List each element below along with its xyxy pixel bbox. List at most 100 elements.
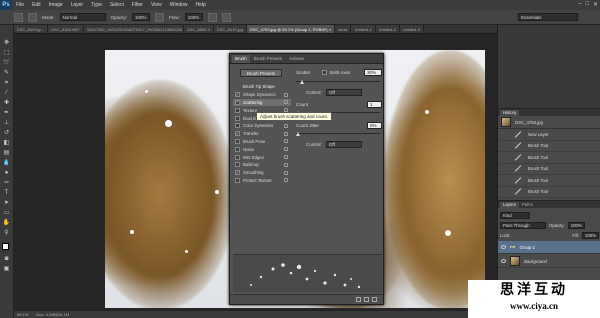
list-item-transfer[interactable]: ✓ Transfer	[233, 130, 291, 138]
menu-window[interactable]: Window	[166, 0, 192, 10]
checkbox-checked[interactable]: ✓	[235, 92, 240, 98]
checkbox-checked[interactable]: ✓	[235, 170, 240, 176]
control2-select[interactable]: Off	[326, 141, 362, 148]
lock-icon[interactable]	[284, 100, 288, 105]
list-item-shape-dynamics[interactable]: ✓ Shape Dynamics	[233, 91, 291, 99]
layer-row-group-1[interactable]: ▸▰ Group 1	[498, 241, 600, 254]
brush-tool-icon[interactable]: ✒	[3, 109, 11, 117]
list-item-smoothing[interactable]: ✓ Smoothing	[233, 169, 291, 177]
lock-icon[interactable]	[284, 139, 288, 144]
checkbox[interactable]	[235, 146, 240, 152]
close-icon[interactable]: ✕	[593, 1, 598, 8]
doc-tab-active[interactable]: DSC_4753.jpg @ 59.1% (Group 1, RGB/8*) ×	[246, 25, 336, 33]
history-step[interactable]: Brush Tool	[498, 141, 600, 152]
doc-tab[interactable]: DSC_8419.jpg	[213, 25, 247, 33]
pen-tool-icon[interactable]: ✑	[3, 179, 11, 187]
fill-field[interactable]: 100%	[582, 231, 599, 239]
eraser-tool-icon[interactable]: ◧	[3, 139, 11, 147]
tab-brush-presets[interactable]: Brush Presets	[251, 55, 285, 63]
doc-tab[interactable]: Untitled-3	[399, 25, 424, 33]
maximize-icon[interactable]: □	[585, 1, 589, 8]
scatter-field[interactable]: 30%	[364, 69, 382, 76]
history-brush-tool-icon[interactable]: ↺	[3, 129, 11, 137]
lock-icon[interactable]	[284, 92, 288, 97]
menu-layer[interactable]: Layer	[67, 0, 88, 10]
menu-view[interactable]: View	[147, 0, 166, 10]
brush-presets-button[interactable]: Brush Presets	[240, 69, 282, 77]
open-preset-manager-icon[interactable]	[364, 297, 369, 302]
zoom-level[interactable]: 59.1%	[17, 311, 28, 318]
create-new-brush-icon[interactable]	[372, 297, 377, 302]
color-swatches[interactable]	[1, 243, 12, 253]
menu-help[interactable]: Help	[192, 0, 210, 10]
list-item-scattering[interactable]: ✓ Scattering	[233, 98, 291, 107]
screen-mode-icon[interactable]: ▣	[3, 265, 11, 273]
doc-tab[interactable]: 10647282_10204767818279307_2909540113861…	[83, 25, 184, 33]
checkbox-checked[interactable]: ✓	[235, 100, 240, 105]
path-select-tool-icon[interactable]: ➤	[3, 199, 11, 207]
checkbox[interactable]	[235, 177, 240, 183]
blend-mode-select[interactable]: Pass Through	[500, 221, 546, 229]
count-jitter-field[interactable]: 0%	[367, 122, 382, 129]
checkbox[interactable]	[235, 162, 240, 168]
brush-preset-picker[interactable]	[14, 12, 23, 22]
count-field[interactable]: 1	[367, 101, 382, 108]
history-step[interactable]: Brush Tool	[498, 152, 600, 164]
layer-row-background[interactable]: Background	[498, 255, 600, 268]
list-item-wet-edges[interactable]: Wet Edges	[233, 153, 291, 161]
menu-filter[interactable]: Filter	[128, 0, 147, 10]
hand-tool-icon[interactable]: ✋	[3, 219, 11, 227]
scatter-slider-track[interactable]	[296, 81, 380, 82]
workspace-select[interactable]: Essentials	[518, 13, 578, 21]
tab-actions[interactable]: Actions	[286, 55, 307, 63]
eyedropper-tool-icon[interactable]: ⁄	[3, 89, 11, 97]
checkbox[interactable]	[235, 123, 240, 129]
dodge-tool-icon[interactable]: ●	[3, 169, 11, 177]
count-jitter-slider-thumb[interactable]	[296, 132, 300, 136]
doc-size[interactable]: Doc: 4.29M/24.1M	[36, 311, 69, 318]
pressure-opacity-icon[interactable]	[155, 12, 165, 22]
menu-select[interactable]: Select	[106, 0, 128, 10]
flow-field[interactable]: 100%	[184, 13, 203, 21]
list-item-brush-pose[interactable]: Brush Pose	[233, 138, 291, 146]
lock-icon[interactable]	[284, 178, 288, 183]
type-tool-icon[interactable]: T	[3, 189, 11, 197]
lasso-tool-icon[interactable]: ➰	[3, 59, 11, 67]
list-item-brush-tip-shape[interactable]: Brush Tip Shape	[233, 83, 291, 91]
crop-tool-icon[interactable]: ⌗	[3, 79, 11, 87]
opacity-field[interactable]: 100%	[132, 13, 151, 21]
menu-image[interactable]: Image	[45, 0, 67, 10]
control-select[interactable]: Off	[326, 89, 362, 96]
doc-tab[interactable]: Untitled-2	[375, 25, 400, 33]
checkbox[interactable]	[235, 115, 240, 121]
shape-tool-icon[interactable]: ▭	[3, 209, 11, 217]
opacity-field[interactable]: 100%	[567, 221, 585, 229]
tab-brush[interactable]: Brush	[232, 55, 250, 63]
kind-filter-select[interactable]: Kind	[500, 211, 530, 219]
blur-tool-icon[interactable]: 💧	[3, 159, 11, 167]
history-step[interactable]: Brush Tool	[498, 164, 600, 175]
doc-tab[interactable]: snow	[335, 25, 352, 33]
lock-icon[interactable]	[284, 170, 288, 175]
airbrush-icon[interactable]	[207, 12, 217, 22]
foreground-color-swatch[interactable]	[1, 243, 9, 250]
doc-tab[interactable]: Untitled-1	[351, 25, 376, 33]
checkbox[interactable]	[235, 138, 240, 144]
lock-icon[interactable]	[284, 155, 288, 160]
doc-tab[interactable]: DSC_8168.NEF	[48, 25, 84, 33]
doc-tab[interactable]: DSC_8409.jp...	[14, 25, 49, 33]
tab-layers[interactable]: Layers	[500, 202, 519, 208]
both-axes-checkbox[interactable]	[322, 70, 327, 75]
move-tool-icon[interactable]: ✥	[3, 39, 11, 47]
history-step[interactable]: Brush Tool	[498, 175, 600, 187]
healing-tool-icon[interactable]: ✚	[3, 99, 11, 107]
toggle-brush-panel-icon[interactable]	[28, 12, 37, 22]
checkbox[interactable]	[235, 154, 240, 160]
doc-tab[interactable]: DSC_8500-2	[183, 25, 214, 33]
scatter-slider-thumb[interactable]	[300, 80, 304, 84]
zoom-tool-icon[interactable]: ⚲	[3, 229, 11, 237]
clone-stamp-tool-icon[interactable]: ⊥	[3, 119, 11, 127]
quick-select-tool-icon[interactable]: ✎	[3, 69, 11, 77]
tab-paths[interactable]: Paths	[519, 202, 536, 208]
history-snapshot[interactable]: DSC_4753.jpg	[498, 116, 600, 129]
